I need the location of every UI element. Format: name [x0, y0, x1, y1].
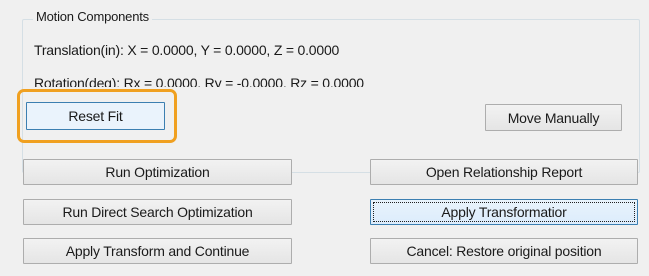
rotation-readout: Rotation(deg): Rx = 0.0000, Ry = -0.0000… — [34, 75, 364, 87]
apply-transform-and-continue-button[interactable]: Apply Transform and Continue — [23, 238, 292, 264]
move-manually-button[interactable]: Move Manually — [485, 104, 622, 131]
run-direct-search-optimization-button[interactable]: Run Direct Search Optimization — [23, 199, 292, 225]
apply-transformation-button[interactable]: Apply Transformatior — [370, 199, 638, 225]
cancel-restore-button[interactable]: Cancel: Restore original position — [370, 238, 638, 264]
motion-components-title: Motion Components — [33, 9, 152, 25]
apply-transformation-label: Apply Transformatior — [441, 204, 567, 220]
open-relationship-report-button[interactable]: Open Relationship Report — [370, 159, 638, 185]
reset-fit-button[interactable]: Reset Fit — [26, 102, 165, 130]
translation-readout: Translation(in): X = 0.0000, Y = 0.0000,… — [34, 42, 340, 58]
run-optimization-button[interactable]: Run Optimization — [23, 159, 292, 185]
